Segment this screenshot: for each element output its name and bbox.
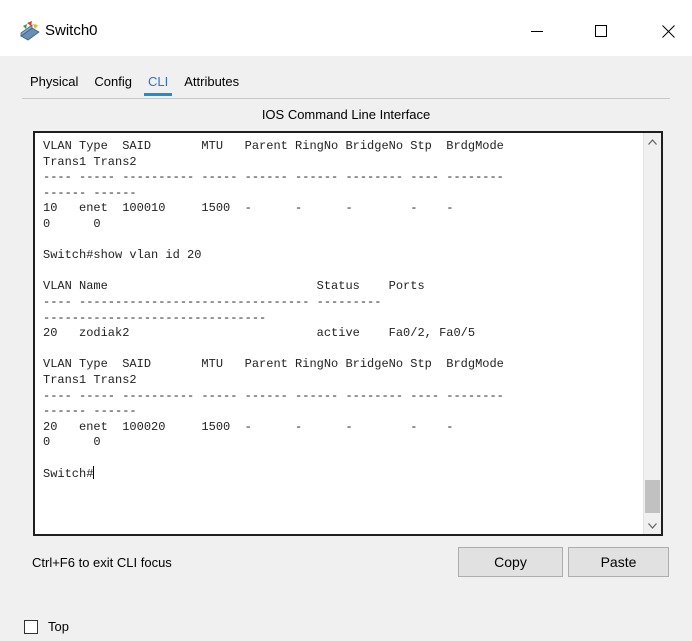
text-cursor (93, 466, 95, 480)
vertical-scrollbar[interactable] (643, 133, 661, 534)
tab-cli[interactable]: CLI (140, 74, 176, 96)
copy-button[interactable]: Copy (458, 547, 563, 577)
chevron-down-icon (648, 522, 657, 529)
cli-heading: IOS Command Line Interface (261, 107, 431, 122)
footer-divider (0, 608, 692, 609)
minimize-icon (531, 31, 543, 32)
top-checkbox[interactable] (24, 620, 38, 634)
cli-output: VLAN Type SAID MTU Parent RingNo BridgeN… (43, 139, 504, 450)
maximize-button[interactable] (578, 14, 624, 48)
window-title: Switch0 (45, 22, 98, 39)
scroll-down-button[interactable] (644, 517, 661, 534)
close-icon (661, 24, 675, 38)
tab-physical[interactable]: Physical (22, 74, 86, 96)
scroll-up-button[interactable] (644, 133, 661, 150)
switch-device-icon (19, 20, 41, 42)
cli-focus-hint: Ctrl+F6 to exit CLI focus (32, 555, 172, 570)
minimize-button[interactable] (514, 14, 560, 48)
tab-attributes[interactable]: Attributes (176, 74, 247, 96)
cli-terminal[interactable]: VLAN Type SAID MTU Parent RingNo BridgeN… (33, 131, 663, 536)
close-button[interactable] (645, 14, 691, 48)
cli-output-area[interactable]: VLAN Type SAID MTU Parent RingNo BridgeN… (43, 139, 639, 531)
switch0-window: Switch0 Physical Config CLI Attributes I… (0, 0, 692, 641)
maximize-icon (595, 25, 607, 37)
top-checkbox-label[interactable]: Top (48, 619, 69, 635)
scrollbar-thumb[interactable] (645, 480, 660, 513)
cli-prompt: Switch# (43, 467, 94, 482)
chevron-up-icon (648, 138, 657, 145)
paste-button[interactable]: Paste (568, 547, 669, 577)
tab-config[interactable]: Config (86, 74, 140, 96)
title-bar[interactable]: Switch0 (0, 0, 692, 56)
tab-bar: Physical Config CLI Attributes (22, 66, 247, 96)
